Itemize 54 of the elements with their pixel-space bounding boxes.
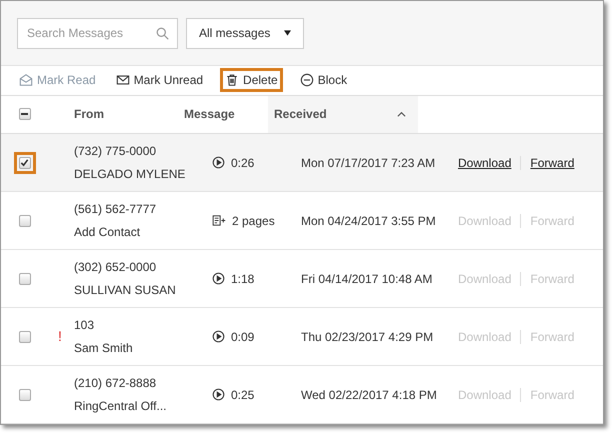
search-field[interactable]: Search Messages <box>17 18 178 48</box>
download-link[interactable]: Download <box>458 154 512 172</box>
phone-number: (302) 652-0000 <box>74 259 158 276</box>
filter-dropdown[interactable]: All messages <box>186 18 304 48</box>
received-date: Mon 07/17/2017 7:23 AM <box>301 154 436 172</box>
message-row[interactable]: (210) 672-8888 RingCentral Off... 0:25 Wed 02/22/2017 4:18 PM Download Forward <box>1 366 603 424</box>
message-length: 0:26 <box>231 154 254 172</box>
play-icon <box>212 388 225 401</box>
contact-name: RingCentral Off... <box>74 398 168 415</box>
play-icon <box>212 272 225 285</box>
checkbox[interactable] <box>18 108 30 120</box>
envelope-icon <box>116 73 130 88</box>
contact-name: DELGADO MYLENE <box>74 166 186 183</box>
forward-link[interactable]: Forward <box>530 154 574 172</box>
checkbox[interactable] <box>18 156 30 168</box>
contact-name: Sam Smith <box>74 340 134 357</box>
toolbar-button[interactable]: Delete <box>220 68 283 92</box>
fax-icon <box>212 214 226 227</box>
block-icon <box>300 73 314 88</box>
search-icon <box>156 26 169 40</box>
column-header[interactable]: From <box>46 96 184 133</box>
contact-name: SULLIVAN SUSAN <box>74 282 177 299</box>
sort-up-icon <box>397 111 406 118</box>
received-date: Thu 02/23/2017 4:29 PM <box>301 328 434 346</box>
checkbox[interactable] <box>18 214 30 226</box>
received-date: Mon 04/24/2017 3:55 PM <box>301 212 437 230</box>
phone-number: (210) 672-8888 <box>74 375 158 392</box>
column-header[interactable]: Received <box>268 96 418 133</box>
message-length: 2 pages <box>232 212 275 230</box>
trash-icon <box>225 73 240 88</box>
message-length: 1:18 <box>231 270 254 288</box>
phone-number: (561) 562-7777 <box>74 201 158 218</box>
message-row[interactable]: ! 103 Sam Smith 0:09 Thu 02/23/2017 4:29 PM Download Forward <box>1 308 603 366</box>
column-header[interactable]: Message <box>184 96 268 133</box>
phone-number: 103 <box>74 317 96 334</box>
contact-name: Add Contact <box>74 224 142 241</box>
message-length: 0:25 <box>231 386 254 404</box>
message-row[interactable]: (561) 562-7777 Add Contact 2 pages Mon 04/24/2017 3:55 PM Download Forward <box>1 192 603 250</box>
message-length: 0:09 <box>231 328 254 346</box>
urgent-mark: ! <box>58 327 62 346</box>
dropdown-arrow-icon <box>284 30 291 36</box>
toolbar-button[interactable]: Mark Unread <box>112 68 206 92</box>
checkbox[interactable] <box>18 388 30 400</box>
message-row[interactable]: (732) 775-0000 DELGADO MYLENE 0:26 Mon 07/17/2017 7:23 AM Download Forward <box>1 134 603 192</box>
open-envelope-icon <box>19 73 33 88</box>
checkbox[interactable] <box>18 272 30 284</box>
play-icon <box>212 156 225 169</box>
phone-number: (732) 775-0000 <box>74 143 158 160</box>
play-icon <box>212 330 225 343</box>
checkbox[interactable] <box>18 330 30 342</box>
toolbar-button[interactable]: Block <box>296 68 350 92</box>
received-date: Wed 02/22/2017 4:18 PM <box>301 386 438 404</box>
message-row[interactable]: (302) 652-0000 SULLIVAN SUSAN 1:18 Fri 04/14/2017 10:48 AM Download Forward <box>1 250 603 308</box>
received-date: Fri 04/14/2017 10:48 AM <box>301 270 434 288</box>
